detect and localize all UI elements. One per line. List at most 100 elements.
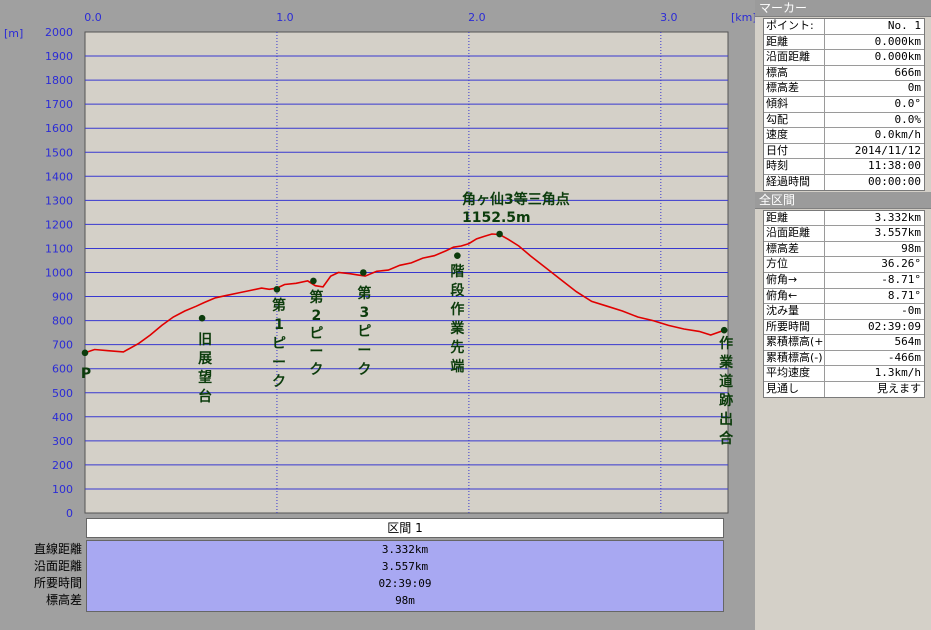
- marker-key: 日付: [764, 143, 825, 159]
- total-row: 方位 36.26°: [764, 257, 924, 273]
- waypoint-label-char: 作: [450, 301, 464, 318]
- total-value: 36.26°: [881, 257, 921, 271]
- total-row: 所要時間 02:39:09: [764, 319, 924, 336]
- section-row-labels: 直線距離 沿面距離 所要時間 標高差: [0, 541, 82, 609]
- y-tick-label: 1800: [45, 74, 73, 87]
- y-tick-label: 200: [52, 459, 73, 472]
- total-value: 98m: [901, 241, 921, 255]
- waypoint-label-char: 跡: [719, 392, 733, 409]
- grid-lines: [85, 32, 728, 513]
- total-value: 02:39:09: [868, 319, 921, 333]
- x-unit-label: [km]: [731, 11, 755, 24]
- total-row: 距離 3.332km: [764, 210, 924, 227]
- elevation-profile-chart: 0100200300400500600700800900100011001200…: [4, 11, 755, 520]
- waypoint-label-char: ク: [309, 362, 323, 378]
- marker-panel-title: マーカー: [755, 0, 931, 17]
- total-value: 3.332km: [874, 210, 921, 224]
- waypoint-dot: [273, 286, 281, 293]
- waypoint-label-char: 先: [450, 339, 464, 356]
- y-tick-label: 1600: [45, 122, 73, 135]
- waypoint-dot: [310, 277, 317, 285]
- marker-row: ポイント: No. 1: [764, 19, 924, 35]
- marker-row: 日付 2014/11/12: [764, 143, 924, 160]
- total-key: 標高差: [764, 241, 825, 257]
- section-header[interactable]: 区間 1: [86, 518, 724, 538]
- total-row: 平均速度 1.3km/h: [764, 366, 924, 383]
- waypoint-label-char: 段: [450, 282, 464, 299]
- section-row-label: 所要時間: [33, 576, 82, 590]
- waypoint-label-char: ク: [272, 374, 286, 390]
- y-tick-label: 400: [52, 411, 73, 424]
- waypoint-label-char: 道: [719, 373, 733, 390]
- y-tick-label: 800: [52, 315, 73, 328]
- marker-row: 沿面距離 0.000km: [764, 50, 924, 66]
- marker-row: 速度 0.0km/h: [764, 128, 924, 144]
- marker-row: 勾配 0.0%: [764, 112, 924, 129]
- total-row: 累積標高(+) 564m: [764, 335, 924, 351]
- waypoint-label-char: ピ: [309, 326, 323, 342]
- marker-key: 傾斜: [764, 96, 825, 112]
- waypoint-label-char: 展: [198, 351, 212, 367]
- y-tick-label: 0: [66, 507, 73, 520]
- total-row: 俯角→ -8.71°: [764, 272, 924, 289]
- marker-table: ポイント: No. 1 距離 0.000km 沿面距離 0.000km 標高 666m 標高差 0…: [763, 18, 925, 191]
- waypoint-label-char: ー: [272, 355, 286, 371]
- total-value: 1.3km/h: [874, 366, 921, 380]
- total-row: 見通し 見えます: [764, 382, 924, 397]
- waypoint-label-char: 業: [718, 354, 734, 371]
- waypoint-dot: [496, 230, 503, 238]
- marker-key: 標高: [764, 65, 825, 81]
- x-tick-label: 2.0: [468, 11, 486, 24]
- total-key: 俯角→: [764, 272, 825, 288]
- marker-key: 沿面距離: [764, 50, 825, 65]
- waypoint-label-char: 旧: [198, 332, 212, 348]
- marker-value: 0.0km/h: [874, 128, 921, 142]
- total-value: -466m: [887, 350, 921, 364]
- waypoint-label-char: 1: [274, 317, 284, 333]
- waypoint-label-char: ク: [357, 362, 371, 378]
- waypoint-label-char: 3: [359, 305, 369, 321]
- waypoint-label-char: 台: [198, 388, 212, 405]
- total-key: 見通し: [764, 382, 825, 397]
- marker-row: 標高差 0m: [764, 81, 924, 97]
- total-key: 方位: [764, 257, 825, 272]
- y-tick-label: 2000: [45, 26, 73, 39]
- waypoint-dot: [198, 314, 206, 322]
- waypoint-label-char: 第: [357, 285, 371, 302]
- marker-value: 11:38:00: [868, 159, 921, 173]
- total-value: 564m: [894, 335, 922, 349]
- waypoint-label-char: 望: [198, 369, 212, 386]
- marker-row: 経過時間 00:00:00: [764, 174, 924, 190]
- total-value: 見えます: [877, 382, 921, 396]
- x-axis: 0.0 1.0 2.0 3.0: [84, 11, 677, 24]
- total-key: 俯角←: [764, 288, 825, 304]
- summit-elevation-label: 1152.5m: [462, 210, 531, 226]
- waypoint-label-char: ピ: [272, 336, 286, 352]
- section-values: 3.332km 3.557km 02:39:09 98m: [86, 540, 724, 612]
- marker-value: 0.0%: [894, 112, 922, 126]
- total-value: -8.71°: [881, 272, 921, 286]
- y-tick-label: 1500: [45, 146, 73, 159]
- marker-value: 2014/11/12: [854, 143, 921, 157]
- y-axis: 0 100 200 300 400 500 600 700 800 900 1000 1100 1200…: [45, 26, 73, 520]
- marker-value: 666m: [894, 65, 922, 79]
- marker-row: 距離 0.000km: [764, 34, 924, 51]
- waypoint-label-char: 合: [719, 430, 734, 447]
- section-row-label: 標高差: [45, 593, 82, 607]
- total-row: 累積標高(-) -466m: [764, 350, 924, 367]
- y-unit-label: [m]: [4, 27, 23, 40]
- total-row: 沿面距離 3.557km: [764, 226, 924, 242]
- section-row-value: 98m: [395, 594, 415, 607]
- total-panel-title: 全区間: [755, 191, 931, 209]
- total-key: 所要時間: [764, 319, 825, 335]
- marker-key: 速度: [764, 128, 825, 143]
- total-key: 距離: [764, 210, 825, 226]
- marker-key: 距離: [764, 34, 825, 50]
- section-row-label: 沿面距離: [33, 559, 82, 573]
- y-tick-label: 1700: [45, 98, 73, 111]
- waypoint-label-char: 階: [450, 263, 464, 280]
- marker-key: 標高差: [764, 81, 825, 96]
- y-tick-label: 1300: [45, 194, 73, 207]
- waypoint-label-char: ピ: [357, 324, 371, 340]
- marker-value: 00:00:00: [868, 174, 921, 188]
